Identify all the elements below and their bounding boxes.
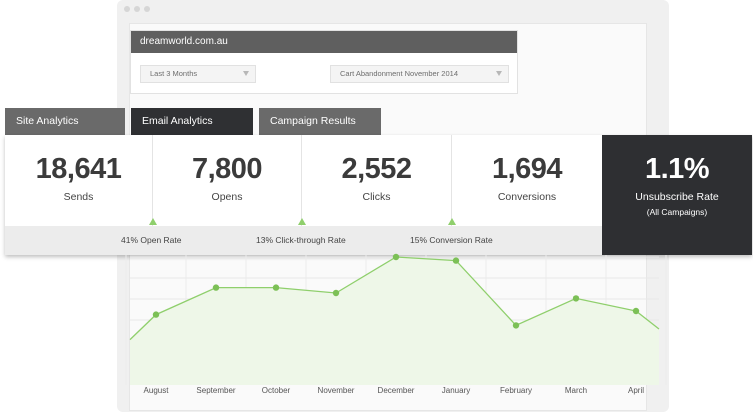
- month-label: August: [143, 386, 169, 395]
- month-label: February: [499, 386, 533, 395]
- site-title: dreamworld.com.au: [131, 31, 517, 53]
- data-point: [452, 257, 460, 264]
- window-dot-icon: [124, 6, 130, 12]
- stat-sends: 18,641 Sends: [5, 135, 153, 226]
- unsubscribe-sub: (All Campaigns): [646, 207, 708, 217]
- window-chrome: [117, 0, 669, 18]
- tab-campaign-results[interactable]: Campaign Results: [259, 108, 381, 135]
- unsubscribe-panel: 1.1% Unsubscribe Rate (All Campaigns): [602, 135, 752, 255]
- tab-label: Email Analytics: [142, 115, 213, 127]
- opens-chart: [125, 253, 667, 385]
- window-dot-icon: [134, 6, 140, 12]
- unsubscribe-label: Unsubscribe Rate: [635, 191, 719, 203]
- series-area: [130, 257, 659, 385]
- stat-clicks: 2,552 Clicks: [302, 135, 452, 226]
- stat-label: Clicks: [362, 191, 391, 203]
- month-label: December: [377, 386, 415, 395]
- tab-label: Site Analytics: [16, 115, 79, 127]
- stat-label: Opens: [211, 191, 243, 203]
- data-point: [572, 295, 580, 302]
- month-label: March: [564, 386, 588, 395]
- campaign-filter-label: Cart Abandonment November 2014: [340, 69, 458, 78]
- tab-label: Campaign Results: [270, 115, 356, 127]
- triangle-up-icon: [448, 218, 456, 225]
- stats-card: 18,641 Sends 7,800 Opens 2,552 Clicks 1,…: [5, 135, 752, 255]
- funnel-icon: [243, 71, 249, 76]
- tab-site-analytics[interactable]: Site Analytics: [5, 108, 125, 135]
- open-rate: 41% Open Rate: [121, 235, 182, 245]
- stat-value: 7,800: [191, 153, 263, 185]
- stat-value: 1,694: [491, 153, 563, 185]
- stat-value: 18,641: [35, 153, 122, 185]
- stat-label: Sends: [63, 191, 94, 203]
- data-point: [512, 322, 520, 329]
- window-dot-icon: [144, 6, 150, 12]
- month-label: November: [317, 386, 355, 395]
- triangle-up-icon: [149, 218, 157, 225]
- unsubscribe-value: 1.1%: [644, 153, 710, 185]
- site-card: dreamworld.com.au Last 3 Months Cart Aba…: [130, 30, 518, 94]
- date-filter[interactable]: Last 3 Months: [140, 65, 256, 83]
- tab-email-analytics[interactable]: Email Analytics: [131, 108, 253, 135]
- conversion-rate: 15% Conversion Rate: [410, 235, 493, 245]
- data-point: [332, 289, 340, 297]
- stat-opens: 7,800 Opens: [153, 135, 302, 226]
- chart-svg: [125, 253, 667, 385]
- data-point: [212, 284, 220, 291]
- campaign-filter[interactable]: Cart Abandonment November 2014: [330, 65, 509, 83]
- stat-conversions: 1,694 Conversions: [452, 135, 602, 226]
- data-point: [272, 284, 280, 291]
- triangle-up-icon: [298, 218, 306, 225]
- month-label: September: [196, 386, 236, 395]
- data-point: [392, 253, 400, 261]
- data-point: [632, 307, 640, 315]
- stat-label: Conversions: [497, 191, 557, 203]
- date-filter-label: Last 3 Months: [150, 69, 198, 78]
- month-label: January: [441, 386, 471, 395]
- data-point: [152, 311, 160, 318]
- funnel-icon: [496, 71, 502, 76]
- month-label: April: [627, 386, 645, 395]
- month-label: October: [261, 386, 291, 395]
- click-through-rate: 13% Click-through Rate: [256, 235, 346, 245]
- stat-value: 2,552: [341, 153, 412, 185]
